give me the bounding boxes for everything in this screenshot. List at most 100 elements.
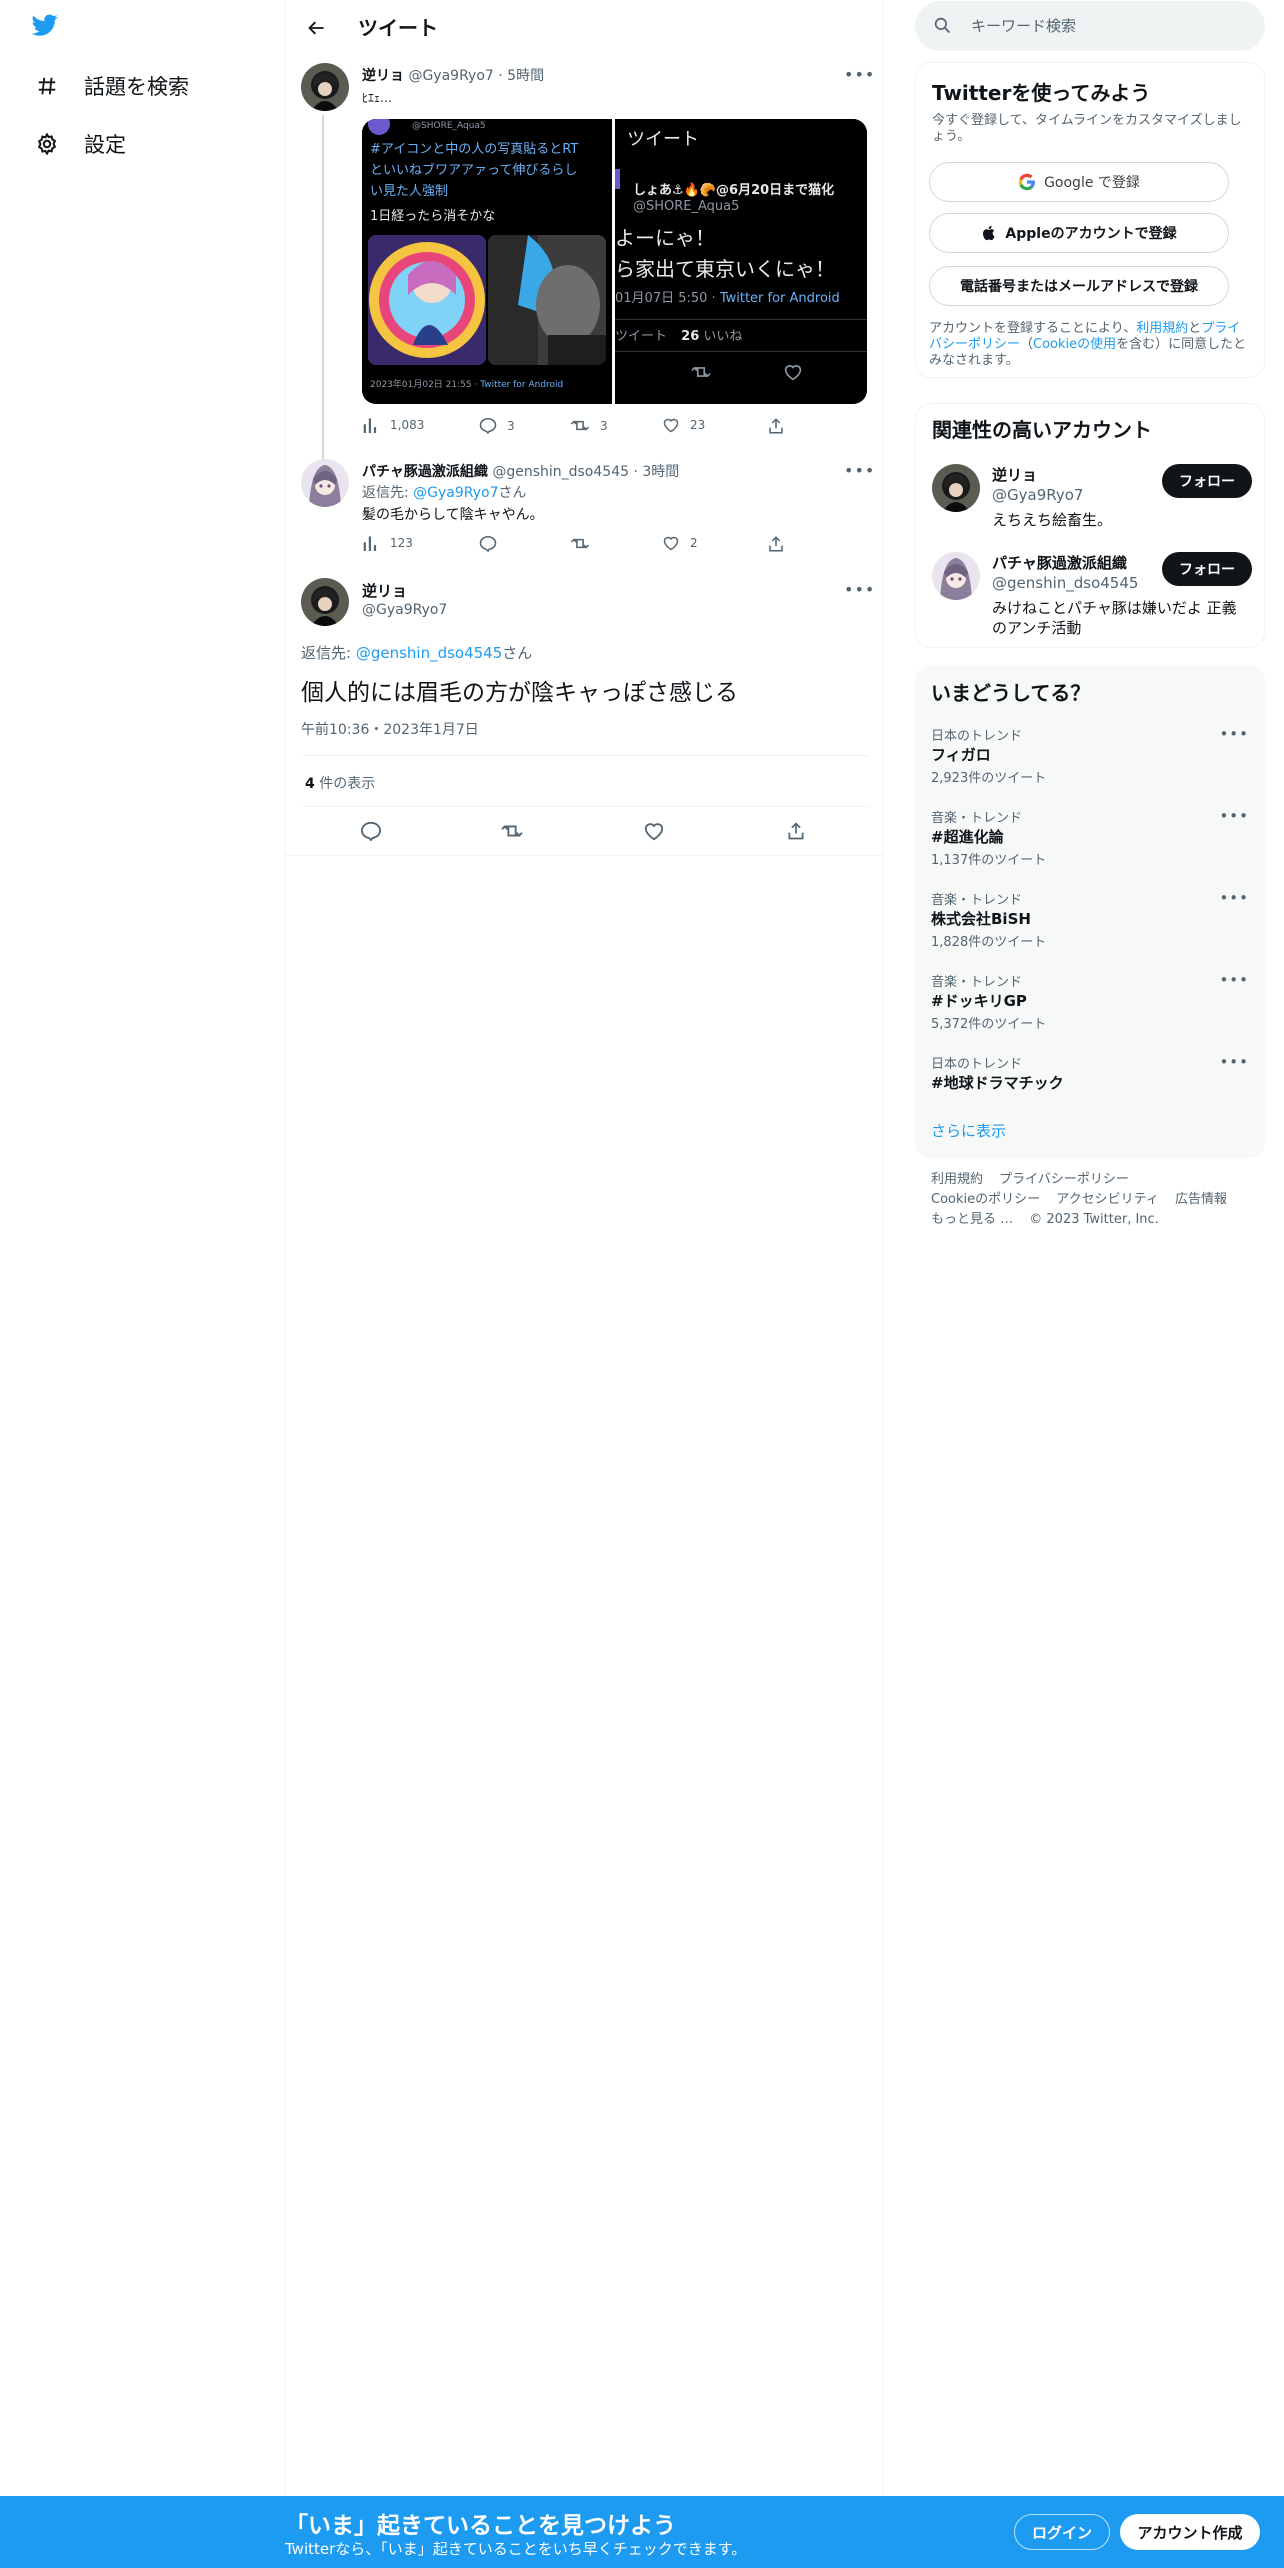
divider [285, 855, 884, 856]
trends-card: いまどうしてる？ 日本のトレンド フィガロ 2,923件のツイート ••• 音楽… [915, 665, 1265, 1158]
media-left-hashtag: #アイコンと中の人の写真貼るとRT といいねブワアアァって伸びるらし い見た人強… [370, 142, 579, 199]
trend-item[interactable]: 音楽・トレンド #ドッキリGP 5,372件のツイート ••• [931, 971, 1249, 1041]
follow-button[interactable]: フォロー [1162, 464, 1252, 498]
trend-name: #超進化論 [931, 828, 1004, 846]
cookie-link[interactable]: Cookieの使用 [1033, 337, 1116, 352]
tweet-actions: 123 2 [362, 535, 802, 555]
reply-button[interactable] [479, 535, 507, 552]
tweet-time[interactable]: 5時間 [507, 68, 544, 84]
account-name: パチャ豚過激派組織 [992, 554, 1127, 572]
media-right-avatar [615, 169, 620, 189]
share-button[interactable] [781, 816, 811, 846]
show-more-link[interactable]: さらに表示 [931, 1120, 1006, 1141]
share-button[interactable] [767, 417, 795, 435]
account-item[interactable]: 逆リョ @Gya9Ryo7 えちえち絵畜生。 フォロー [932, 464, 1252, 544]
trend-name: #地球ドラマチック [931, 1074, 1064, 1092]
nav-explore[interactable]: 話題を検索 [30, 58, 189, 114]
related-accounts-card: 関連性の高いアカウント 逆リョ @Gya9Ryo7 えちえち絵畜生。 フォロー … [915, 403, 1265, 648]
phone-email-signup-button[interactable]: 電話番号またはメールアドレスで登録 [929, 266, 1229, 306]
avatar[interactable] [301, 63, 349, 111]
like-button[interactable]: 2 [662, 535, 698, 551]
footer-more-link[interactable]: もっと見る … [931, 1212, 1013, 1227]
avatar[interactable] [932, 464, 980, 512]
terms-link[interactable]: 利用規約 [1136, 321, 1188, 336]
search-input[interactable] [971, 14, 1241, 38]
avatar[interactable] [301, 459, 349, 507]
views-button[interactable]: 123 [362, 535, 413, 551]
footer-cookie-link[interactable]: Cookieのポリシー [931, 1192, 1040, 1207]
tweet-media[interactable]: @SHORE_Aqua5 #アイコンと中の人の写真貼るとRT といいねブワアアァ… [362, 119, 867, 404]
more-icon[interactable]: ••• [844, 461, 874, 481]
signup-card: Twitterを使ってみよう 今すぐ登録して、タイムラインをカスタマイズしましょ… [915, 62, 1265, 378]
avatar[interactable] [932, 552, 980, 600]
reply-to-link[interactable]: @Gya9Ryo7 [413, 485, 498, 501]
more-icon[interactable]: ••• [844, 65, 874, 85]
trend-name: フィガロ [931, 746, 991, 764]
more-icon[interactable]: ••• [844, 580, 874, 600]
signup-banner: 「いま」起きていることを見つけよう Twitterなら、「いま」起きていることを… [0, 2496, 1284, 2568]
create-account-button[interactable]: アカウント作成 [1120, 2514, 1260, 2550]
reply-button[interactable]: 3 [479, 417, 515, 434]
account-item[interactable]: パチャ豚過激派組織 @genshin_dso4545 みけねことパチャ豚は嫌いだ… [932, 552, 1252, 642]
retweet-icon [570, 538, 590, 549]
more-icon[interactable]: ••• [1219, 1053, 1249, 1071]
views-button[interactable]: 1,083 [362, 417, 424, 433]
media-right-stats: ツイート 26 いいね [615, 329, 743, 344]
footer-ads-link[interactable]: 広告情報 [1175, 1192, 1227, 1207]
page-header: ツイート [285, 0, 884, 55]
retweet-button[interactable]: 3 [570, 417, 608, 434]
back-arrow-icon[interactable] [299, 10, 335, 46]
more-icon[interactable]: ••• [1219, 725, 1249, 743]
search-box[interactable] [915, 1, 1265, 51]
like-button[interactable] [639, 816, 669, 846]
apple-signup-button[interactable]: Appleのアカウントで登録 [929, 213, 1229, 253]
tweet-header: パチャ豚過激派組織 @genshin_dso4545 · 3時間 [362, 461, 679, 481]
like-button[interactable]: 23 [662, 417, 705, 433]
trend-item[interactable]: 音楽・トレンド #超進化論 1,137件のツイート ••• [931, 807, 1249, 877]
tweet-header: 逆リョ @Gya9Ryo7 · 5時間 [362, 65, 544, 85]
author-handle[interactable]: @Gya9Ryo7 [362, 602, 447, 618]
tweet-item[interactable]: 逆リョ @Gya9Ryo7 · 5時間 ••• ﾋｴｪ… @SHORE_Aqua… [285, 55, 884, 460]
divider [301, 755, 868, 756]
follow-button[interactable]: フォロー [1162, 552, 1252, 586]
media-image-left: @SHORE_Aqua5 #アイコンと中の人の写真貼るとRT といいねブワアアァ… [362, 119, 610, 404]
google-signup-button[interactable]: Google で登録 [929, 162, 1229, 202]
nav-explore-label: 話題を検索 [84, 75, 189, 99]
author-name[interactable]: 逆リョ [362, 580, 407, 601]
more-icon[interactable]: ••• [1219, 807, 1249, 825]
trend-meta: 音楽・トレンド [931, 975, 1023, 990]
footer-privacy-link[interactable]: プライバシーポリシー [999, 1172, 1129, 1187]
more-icon[interactable]: ••• [1219, 971, 1249, 989]
retweet-button[interactable] [497, 816, 527, 846]
tweet-time[interactable]: 3時間 [642, 464, 679, 480]
share-button[interactable] [767, 535, 795, 553]
reply-button[interactable] [356, 816, 386, 846]
heart-icon [644, 823, 664, 841]
trend-item[interactable]: 音楽・トレンド 株式会社BiSH 1,828件のツイート ••• [931, 889, 1249, 959]
more-icon[interactable]: ••• [1219, 889, 1249, 907]
twitter-logo-icon[interactable] [30, 12, 68, 46]
author-name[interactable]: 逆リョ [362, 68, 404, 84]
retweet-button[interactable] [570, 535, 600, 552]
heart-icon [783, 363, 803, 385]
trend-count: 1,137件のツイート [931, 853, 1047, 868]
author-handle[interactable]: @genshin_dso4545 [492, 464, 629, 480]
footer-terms-link[interactable]: 利用規約 [931, 1172, 983, 1187]
tweet-timestamp[interactable]: 午前10:36・2023年1月7日 [301, 719, 479, 739]
nav-settings[interactable]: 設定 [30, 116, 126, 172]
search-icon [933, 16, 951, 38]
apple-icon [983, 225, 996, 241]
footer-accessibility-link[interactable]: アクセシビリティ [1056, 1192, 1159, 1207]
tweet-item[interactable]: パチャ豚過激派組織 @genshin_dso4545 · 3時間 ••• 返信先… [285, 455, 884, 570]
reply-to-link[interactable]: @genshin_dso4545 [356, 644, 502, 662]
tweet-text: 個人的には眉毛の方が陰キャっぽさ感じる [301, 680, 738, 706]
reply-icon [360, 821, 382, 841]
author-handle[interactable]: @Gya9Ryo7 [408, 68, 493, 84]
retweet-icon [501, 825, 523, 837]
trend-item[interactable]: 日本のトレンド #地球ドラマチック ••• [931, 1053, 1249, 1101]
media-right-text: よーにゃ！ ら家出て東京いくにゃ！ [615, 226, 835, 281]
author-name[interactable]: パチャ豚過激派組織 [362, 464, 488, 480]
trend-item[interactable]: 日本のトレンド フィガロ 2,923件のツイート ••• [931, 725, 1249, 795]
avatar[interactable] [301, 578, 349, 626]
login-button[interactable]: ログイン [1014, 2514, 1110, 2550]
